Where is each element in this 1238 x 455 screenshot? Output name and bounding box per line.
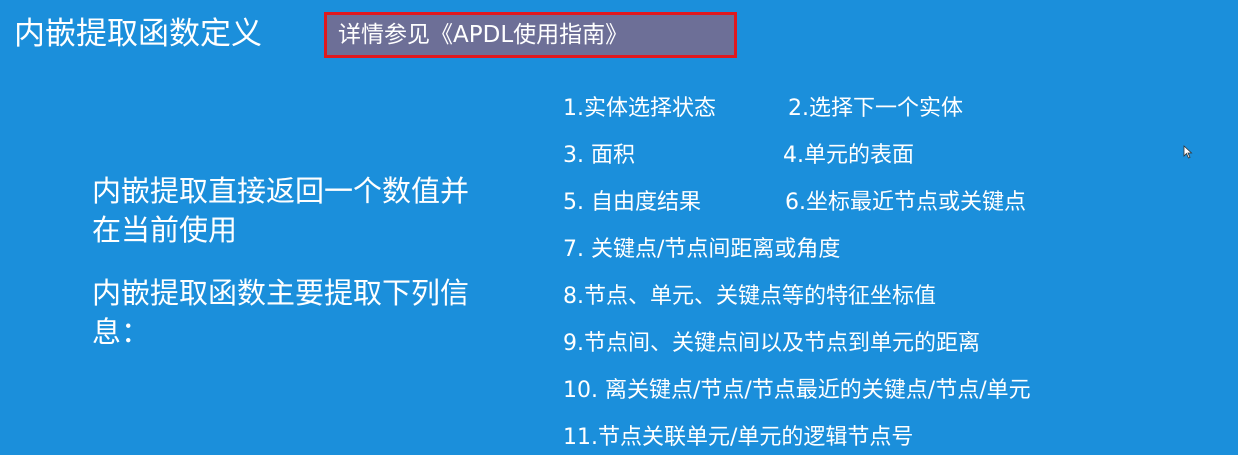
reference-box: 详情参见《APDL使用指南》	[324, 12, 737, 58]
info-item-row-2: 3. 面积 4.单元的表面	[563, 139, 914, 173]
slide: 内嵌提取函数定义 详情参见《APDL使用指南》 内嵌提取直接返回一个数值并在当前…	[0, 0, 1238, 455]
info-item-4: 4.单元的表面	[783, 143, 914, 168]
left-paragraph-1: 内嵌提取直接返回一个数值并在当前使用	[92, 174, 470, 247]
mouse-pointer-icon	[1183, 145, 1193, 159]
slide-title: 内嵌提取函数定义	[14, 16, 262, 52]
info-item-5: 5. 自由度结果	[563, 190, 701, 215]
info-item-2: 2.选择下一个实体	[788, 96, 963, 121]
info-item-row-6: 9.节点间、关键点间以及节点到单元的距离	[563, 327, 980, 361]
info-item-row-8: 11.节点关联单元/单元的逻辑节点号	[563, 421, 913, 455]
info-item-11: 11.节点关联单元/单元的逻辑节点号	[563, 425, 914, 450]
info-item-row-7: 10. 离关键点/节点/节点最近的关键点/节点/单元	[563, 374, 1031, 408]
info-item-row-5: 8.节点、单元、关键点等的特征坐标值	[563, 280, 936, 314]
left-paragraph-2: 内嵌提取函数主要提取下列信息：	[92, 276, 470, 349]
info-item-6: 6.坐标最近节点或关键点	[785, 190, 1026, 215]
info-item-row-1: 1.实体选择状态 2.选择下一个实体	[563, 92, 963, 126]
info-item-8: 8.节点、单元、关键点等的特征坐标值	[563, 284, 936, 309]
info-item-7: 7. 关键点/节点间距离或角度	[563, 237, 841, 262]
left-text-block: 内嵌提取直接返回一个数值并在当前使用 内嵌提取函数主要提取下列信息：	[92, 172, 492, 376]
reference-text: 详情参见《APDL使用指南》	[338, 22, 629, 48]
info-item-row-3: 5. 自由度结果 6.坐标最近节点或关键点	[563, 186, 1026, 220]
info-item-1: 1.实体选择状态	[563, 96, 716, 121]
info-item-10: 10. 离关键点/节点/节点最近的关键点/节点/单元	[563, 378, 1031, 403]
info-item-row-4: 7. 关键点/节点间距离或角度	[563, 233, 840, 267]
info-item-3: 3. 面积	[563, 143, 635, 168]
info-item-9: 9.节点间、关键点间以及节点到单元的距离	[563, 331, 980, 356]
